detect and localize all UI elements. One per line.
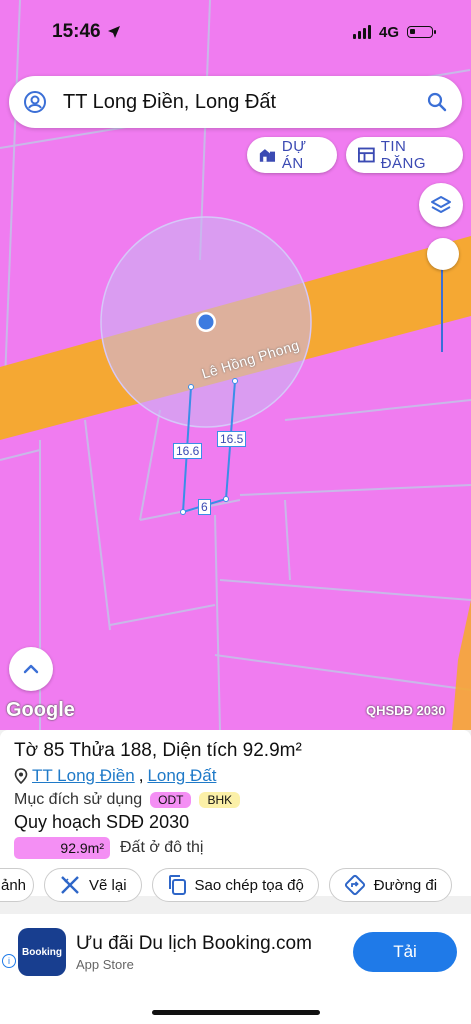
image-action-button[interactable]: ảnh [0, 868, 34, 902]
copy-icon [168, 875, 186, 895]
plan-title: Quy hoạch SDĐ 2030 [14, 812, 190, 832]
ad-text: Ưu đãi Du lịch Booking.com App Store [76, 933, 353, 972]
account-icon[interactable] [23, 90, 47, 114]
du-an-button[interactable]: DỰ ÁN [247, 137, 337, 173]
ward-link[interactable]: TT Long Điền [32, 766, 135, 786]
plan-area-chip: 92.9m² [14, 837, 110, 859]
copy-coords-label: Sao chép tọa độ [194, 876, 304, 894]
overlay-label: QHSDĐ 2030 [366, 703, 446, 718]
building-icon [259, 149, 276, 162]
layers-button[interactable] [419, 183, 463, 227]
purpose-label: Mục đích sử dụng [14, 791, 143, 808]
listing-icon [358, 147, 375, 163]
status-time: 15:46 [52, 21, 101, 42]
action-bar: ảnh Vẽ lại Sao chép tọa độ Đường đi [0, 868, 453, 904]
directions-label: Đường đi [373, 876, 438, 894]
tin-dang-label: TIN ĐĂNG [380, 138, 427, 172]
search-icon[interactable] [426, 91, 448, 113]
ad-info-icon[interactable]: i [2, 954, 16, 968]
ad-banner[interactable]: i Booking Ưu đãi Du lịch Booking.com App… [0, 914, 471, 990]
chevron-up-icon [23, 664, 39, 674]
layers-icon [431, 196, 451, 213]
location-separator: , [138, 766, 144, 785]
parcel-title: Tờ 85 Thửa 188, Diện tích 92.9m² [14, 740, 302, 761]
redraw-label: Vẽ lại [89, 876, 127, 894]
plan-description: Đất ở đô thị [120, 839, 204, 856]
du-an-label: DỰ ÁN [281, 138, 307, 172]
ad-download-button[interactable]: Tải [353, 932, 457, 972]
home-indicator[interactable] [152, 1010, 320, 1015]
dimension-bottom: 6 [198, 499, 211, 515]
status-time-group: 15:46 [52, 21, 121, 43]
status-bar: 15:46 4G [0, 0, 471, 64]
search-bar[interactable]: TT Long Điền, Long Đất [9, 76, 462, 128]
redraw-button[interactable]: Vẽ lại [44, 868, 142, 902]
dimension-right: 16.5 [217, 431, 247, 447]
expand-panel-button[interactable] [9, 647, 53, 691]
ad-title: Ưu đãi Du lịch Booking.com [76, 932, 312, 954]
network-type: 4G [378, 23, 399, 41]
tin-dang-button[interactable]: TIN ĐĂNG [346, 137, 463, 173]
opacity-slider-knob[interactable] [427, 238, 459, 270]
purpose-tag-bhk: BHK [199, 792, 241, 808]
search-input[interactable]: TT Long Điền, Long Đất [47, 91, 426, 114]
parcel-location: TT Long Điền, Long Đất [14, 766, 457, 786]
copy-coords-button[interactable]: Sao chép tọa độ [151, 868, 319, 902]
ruler-pencil-icon [61, 876, 79, 894]
booking-logo: Booking [18, 928, 66, 976]
directions-button[interactable]: Đường đi [328, 868, 453, 902]
image-action-label: ảnh [1, 876, 27, 894]
location-arrow-icon [107, 26, 120, 38]
status-indicators: 4G [352, 23, 436, 41]
dimension-left: 16.6 [173, 443, 203, 459]
directions-icon [344, 874, 365, 896]
bottom-safe-area [0, 990, 471, 1024]
signal-icon [352, 25, 371, 39]
ad-subtitle: App Store [76, 956, 134, 972]
purpose-tag-odt: ODT [150, 792, 192, 808]
district-link[interactable]: Long Đất [147, 766, 216, 786]
plan-row: 92.9m² Đất ở đô thị [14, 837, 457, 859]
battery-icon [407, 26, 436, 38]
google-logo: Google [6, 699, 75, 721]
purpose-row: Mục đích sử dụng ODT BHK [14, 791, 457, 809]
location-pin-icon [14, 768, 28, 784]
